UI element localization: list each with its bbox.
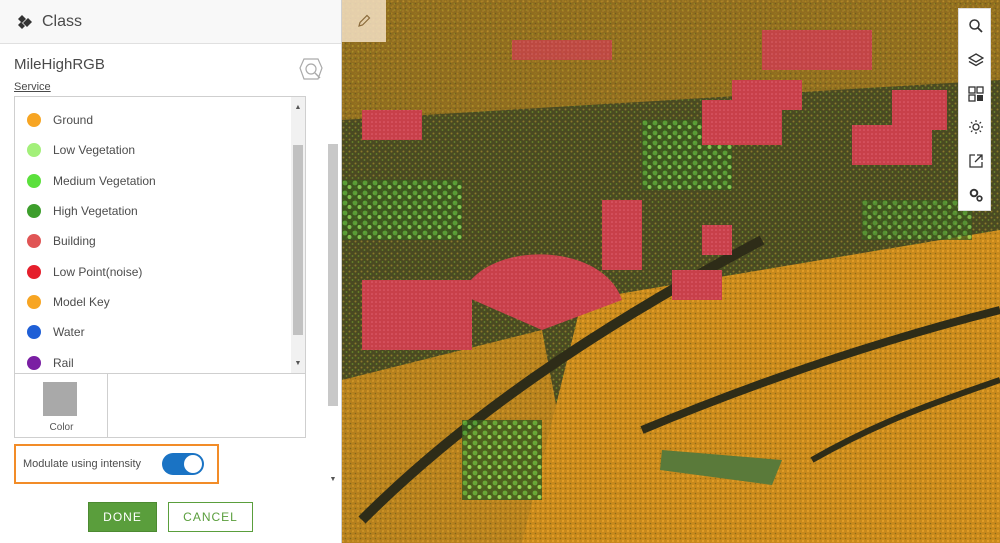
- class-list[interactable]: Ground Low Vegetation Medium Vegetation Hig…: [14, 96, 306, 374]
- class-list-item[interactable]: High Vegetation: [15, 196, 291, 226]
- share-button[interactable]: [959, 144, 992, 177]
- panel-scroll-down-icon[interactable]: ▼: [327, 476, 339, 483]
- class-color-dot: [27, 143, 41, 158]
- class-list-item[interactable]: Low Point(noise): [15, 256, 291, 286]
- daylight-button[interactable]: [959, 110, 992, 143]
- class-color-dot: [27, 355, 41, 370]
- service-link[interactable]: Service: [14, 81, 324, 93]
- pointcloud-class-icon: [18, 14, 32, 29]
- panel-scrollbar[interactable]: ▼: [327, 96, 339, 496]
- cancel-button[interactable]: CANCEL: [168, 502, 253, 532]
- class-panel: Class MileHighRGB Service Ground Low Vege…: [0, 0, 342, 543]
- panel-scroll-thumb[interactable]: [328, 144, 338, 406]
- color-picker-cell[interactable]: Color: [15, 374, 108, 437]
- class-label: Low Vegetation: [53, 143, 136, 158]
- class-label: Model Key: [53, 294, 110, 309]
- color-editor: Color: [14, 374, 306, 438]
- class-color-dot: [27, 113, 41, 128]
- basemap-gallery-button[interactable]: [959, 77, 992, 110]
- pencil-icon: [358, 14, 371, 27]
- class-label: High Vegetation: [53, 204, 138, 219]
- layers-button[interactable]: [959, 43, 992, 76]
- modulate-intensity-toggle[interactable]: [162, 453, 204, 475]
- edit-button[interactable]: [342, 0, 386, 42]
- color-label: Color: [49, 422, 74, 433]
- class-color-dot: [27, 204, 41, 219]
- daylight-icon: [968, 119, 983, 134]
- panel-title: Class: [42, 12, 83, 30]
- color-swatch[interactable]: [43, 382, 77, 416]
- search-icon: [968, 18, 983, 33]
- settings-icon: [969, 188, 983, 202]
- class-list-scroll-thumb[interactable]: [293, 145, 303, 335]
- class-list-items: Ground Low Vegetation Medium Vegetation Hig…: [15, 105, 291, 373]
- class-color-dot: [27, 294, 41, 309]
- class-list-item[interactable]: Low Vegetation: [15, 135, 291, 165]
- modulate-intensity-row: Modulate using intensity: [14, 444, 219, 484]
- share-icon: [968, 153, 983, 168]
- layer-info: MileHighRGB Service: [14, 56, 324, 96]
- class-color-dot: [27, 173, 41, 188]
- class-label: Water: [53, 325, 85, 340]
- layer-thumbnail-icon: [299, 58, 323, 80]
- scene-view[interactable]: [342, 0, 1000, 543]
- class-color-dot: [27, 264, 41, 279]
- class-list-item[interactable]: Model Key: [15, 287, 291, 317]
- class-color-dot: [27, 325, 41, 340]
- class-list-item[interactable]: Ground: [15, 105, 291, 135]
- search-button[interactable]: [959, 9, 992, 42]
- class-label: Ground: [53, 113, 94, 128]
- basemap-gallery-icon: [967, 85, 984, 102]
- class-label: Building: [53, 234, 96, 249]
- class-label: Low Point(noise): [53, 264, 143, 279]
- class-color-dot: [27, 234, 41, 249]
- modulate-intensity-label: Modulate using intensity: [23, 458, 142, 470]
- point-cloud-scene[interactable]: [342, 0, 1000, 543]
- class-list-scrollbar[interactable]: ▲ ▼: [291, 97, 305, 373]
- class-label: Rail: [53, 355, 74, 370]
- scene-toolbar: [958, 8, 991, 211]
- layer-name: MileHighRGB: [14, 56, 105, 73]
- layers-icon: [967, 52, 984, 66]
- class-list-item[interactable]: Medium Vegetation: [15, 166, 291, 196]
- done-button[interactable]: DONE: [88, 502, 157, 532]
- toggle-knob: [184, 455, 202, 473]
- panel-header: Class: [0, 0, 341, 44]
- class-list-item[interactable]: Building: [15, 226, 291, 256]
- class-list-item[interactable]: Water: [15, 317, 291, 347]
- scroll-down-icon[interactable]: ▼: [291, 357, 305, 371]
- class-label: Medium Vegetation: [53, 173, 156, 188]
- scroll-up-icon[interactable]: ▲: [291, 101, 305, 115]
- class-list-item[interactable]: Rail: [15, 347, 291, 373]
- settings-button[interactable]: [959, 178, 992, 211]
